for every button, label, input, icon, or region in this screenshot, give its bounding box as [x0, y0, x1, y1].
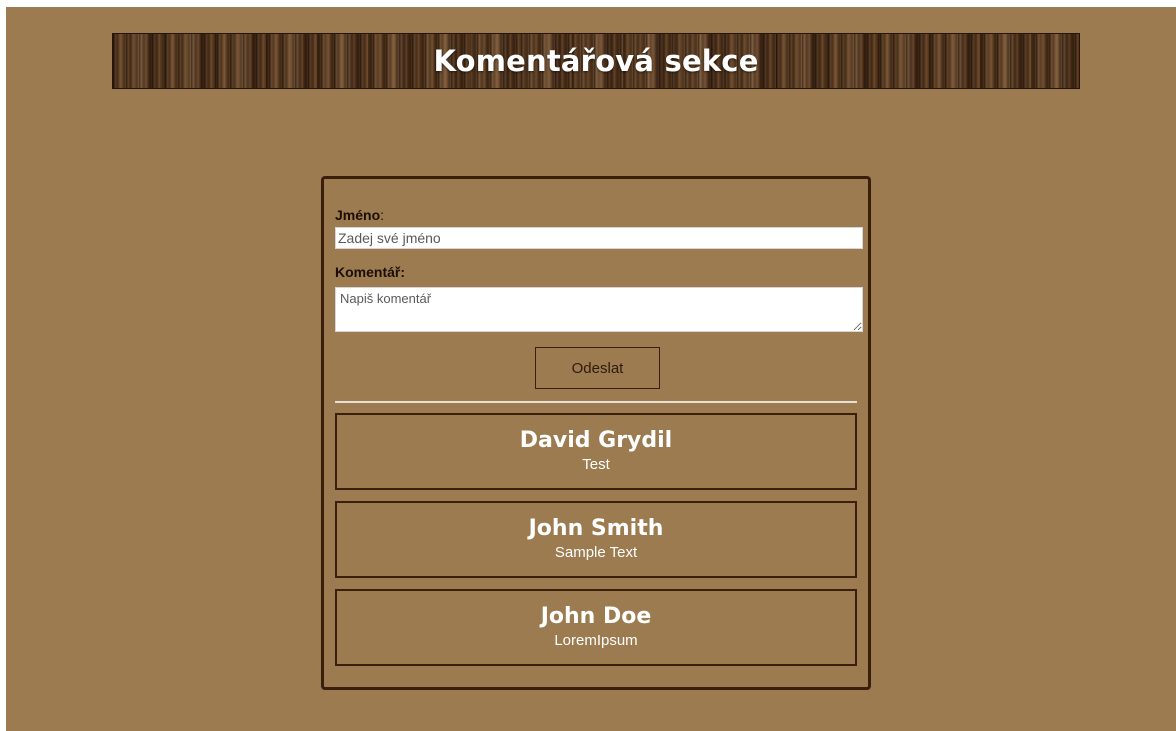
- comment-item: David Grydil Test: [335, 413, 857, 490]
- comment-text: Sample Text: [554, 544, 638, 561]
- header-banner: Komentářová sekce: [112, 33, 1080, 89]
- page-background: Komentářová sekce Jméno: Komentář: Odesl…: [6, 7, 1176, 731]
- comment-item: John Smith Sample Text: [335, 501, 857, 578]
- comment-label-text: Komentář:: [335, 264, 406, 280]
- comment-author: David Grydil: [519, 428, 673, 453]
- name-label-text: Jméno: [335, 207, 381, 223]
- comment-item: John Doe LoremIpsum: [335, 589, 857, 666]
- comment-author: John Doe: [540, 604, 652, 629]
- name-label-colon: :: [380, 207, 385, 223]
- divider: [335, 401, 857, 403]
- name-input[interactable]: [335, 227, 863, 249]
- comment-text: LoremIpsum: [554, 632, 638, 649]
- comment-section-card: Jméno: Komentář: Odeslat David Grydil Te…: [321, 176, 871, 690]
- page-title: Komentářová sekce: [433, 44, 759, 78]
- name-label: Jméno:: [335, 207, 384, 223]
- comment-textarea[interactable]: [335, 287, 863, 332]
- comment-text: Test: [582, 456, 610, 473]
- comment-author: John Smith: [528, 516, 664, 541]
- comment-label: Komentář:: [335, 264, 405, 280]
- submit-button[interactable]: Odeslat: [535, 347, 660, 389]
